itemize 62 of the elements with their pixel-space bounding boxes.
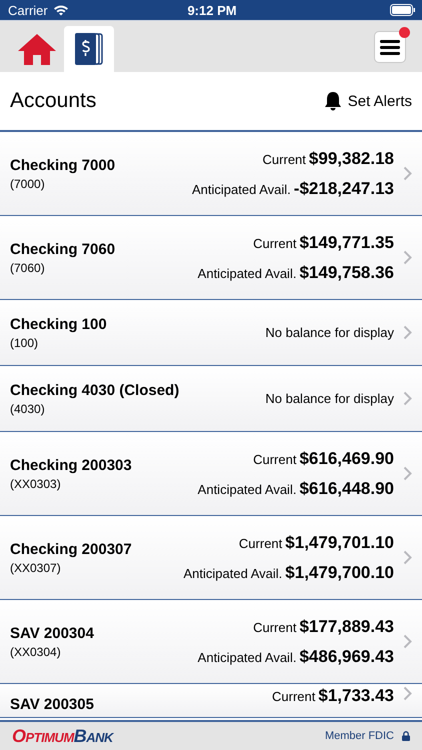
account-name: Checking 7000 <box>10 156 116 174</box>
account-number: (XX0307) <box>10 560 62 574</box>
chevron-icon <box>403 466 412 481</box>
account-name: SAV 200305 <box>10 696 95 713</box>
menu-icon <box>380 38 400 54</box>
balance-amount: $616,469.90 <box>299 448 394 468</box>
chevron-icon <box>403 166 412 181</box>
balance-amount: $149,771.35 <box>299 232 394 252</box>
account-name: Checking 4030 (Closed) <box>10 382 180 398</box>
bank-logo: OptimumBank <box>12 726 113 746</box>
balance-label: Current <box>238 536 282 550</box>
balance-label: Anticipated Avail. <box>198 650 296 664</box>
account-number: (XX0304) <box>10 644 62 658</box>
balance-label: Anticipated Avail. <box>184 566 282 580</box>
account-row[interactable]: SAV 200305 Current $1,733.43 <box>0 684 422 718</box>
account-name: Checking 200303 <box>10 456 133 474</box>
balance-amount: $149,758.36 <box>299 262 394 282</box>
account-number: (100) <box>10 336 40 350</box>
balance-amount: $1,479,700.10 <box>285 562 394 582</box>
balance-label: Anticipated Avail. <box>198 266 296 280</box>
account-name: Checking 7060 <box>10 240 116 258</box>
chevron-icon <box>403 686 412 701</box>
balance-amount: -$218,247.13 <box>294 178 394 198</box>
set-alerts-button[interactable]: Set Alerts <box>324 91 412 111</box>
balance-label: Current <box>253 620 296 634</box>
fdic-text: Member FDIC <box>324 730 394 742</box>
chevron-icon <box>403 325 412 340</box>
account-name: Checking 100 <box>10 316 108 332</box>
balance-amount: $99,382.18 <box>308 148 394 168</box>
bell-icon <box>324 91 342 111</box>
balance-label: Anticipated Avail. <box>198 482 296 496</box>
no-balance-text: No balance for display <box>265 325 394 340</box>
battery-icon <box>390 4 416 16</box>
chevron-icon <box>403 634 412 649</box>
account-number: (4030) <box>10 402 46 416</box>
dollar-card-icon <box>74 32 104 66</box>
account-number: (7060) <box>10 260 46 274</box>
balance-label: Current <box>272 689 316 704</box>
accounts-tab[interactable] <box>64 26 114 72</box>
balance-amount: $1,733.43 <box>318 686 394 706</box>
balance-amount: $486,969.43 <box>299 646 394 666</box>
wifi-icon <box>52 4 69 16</box>
balance-amount: $1,479,701.10 <box>285 532 394 552</box>
carrier-name: Carrier <box>8 2 48 18</box>
balance-label: Current <box>253 236 296 250</box>
account-number: (XX0303) <box>10 476 62 490</box>
balance-label: Current <box>253 452 296 466</box>
account-number: (7000) <box>10 176 46 190</box>
balance-label: Anticipated Avail. <box>192 182 291 196</box>
chevron-icon <box>403 550 412 565</box>
account-name: Checking 200307 <box>10 540 133 558</box>
page-title: Accounts <box>10 89 96 113</box>
no-balance-text: No balance for display <box>265 391 394 406</box>
chevron-icon <box>403 391 412 406</box>
clock: 9:12 PM <box>187 2 237 18</box>
house-icon <box>17 32 57 66</box>
chevron-icon <box>403 250 412 265</box>
balance-amount: $616,448.90 <box>299 478 394 498</box>
account-name: SAV 200304 <box>10 624 95 642</box>
lock-icon <box>402 731 410 741</box>
balance-label: Current <box>262 152 306 166</box>
balance-amount: $177,889.43 <box>299 616 394 636</box>
